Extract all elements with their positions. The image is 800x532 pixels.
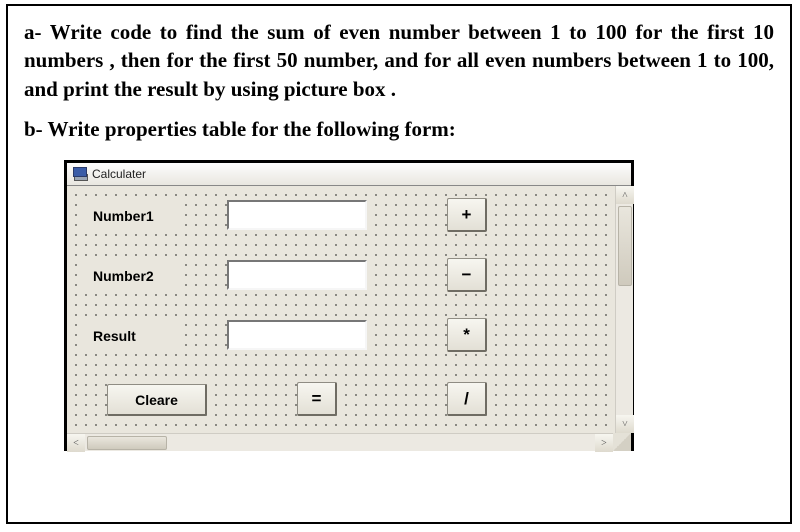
- scroll-right-icon[interactable]: >: [595, 434, 613, 452]
- button-plus[interactable]: +: [447, 198, 487, 232]
- scroll-up-icon[interactable]: ˄: [616, 186, 634, 204]
- scroll-down-icon[interactable]: ˅: [616, 415, 634, 433]
- button-equals[interactable]: =: [297, 382, 337, 416]
- label-result: Result: [85, 324, 185, 348]
- label-number2: Number2: [85, 264, 185, 288]
- form-client-area: Number1 + Number2 − Result * Cleare = / …: [67, 186, 631, 451]
- resize-gripper-icon[interactable]: [613, 433, 631, 451]
- button-multiply[interactable]: *: [447, 318, 487, 352]
- form-icon: [73, 167, 87, 181]
- vertical-scrollbar[interactable]: ˄ ˅: [615, 186, 633, 433]
- page-frame: a- Write code to find the sum of even nu…: [6, 4, 792, 524]
- textbox-result[interactable]: [227, 320, 367, 350]
- button-cleare[interactable]: Cleare: [107, 384, 207, 416]
- horizontal-scroll-thumb[interactable]: [87, 436, 167, 450]
- question-a-text: a- Write code to find the sum of even nu…: [24, 18, 774, 103]
- vb-form-window: Calculater Number1 + Number2 − Result * …: [64, 160, 634, 451]
- form-titlebar[interactable]: Calculater: [67, 160, 631, 186]
- label-number1: Number1: [85, 204, 185, 228]
- textbox-number2[interactable]: [227, 260, 367, 290]
- scroll-left-icon[interactable]: <: [67, 434, 85, 452]
- button-minus[interactable]: −: [447, 258, 487, 292]
- button-divide[interactable]: /: [447, 382, 487, 416]
- question-b-text: b- Write properties table for the follow…: [24, 117, 774, 142]
- form-title: Calculater: [92, 167, 146, 181]
- horizontal-scrollbar[interactable]: < >: [67, 433, 631, 451]
- vertical-scroll-thumb[interactable]: [618, 206, 632, 286]
- textbox-number1[interactable]: [227, 200, 367, 230]
